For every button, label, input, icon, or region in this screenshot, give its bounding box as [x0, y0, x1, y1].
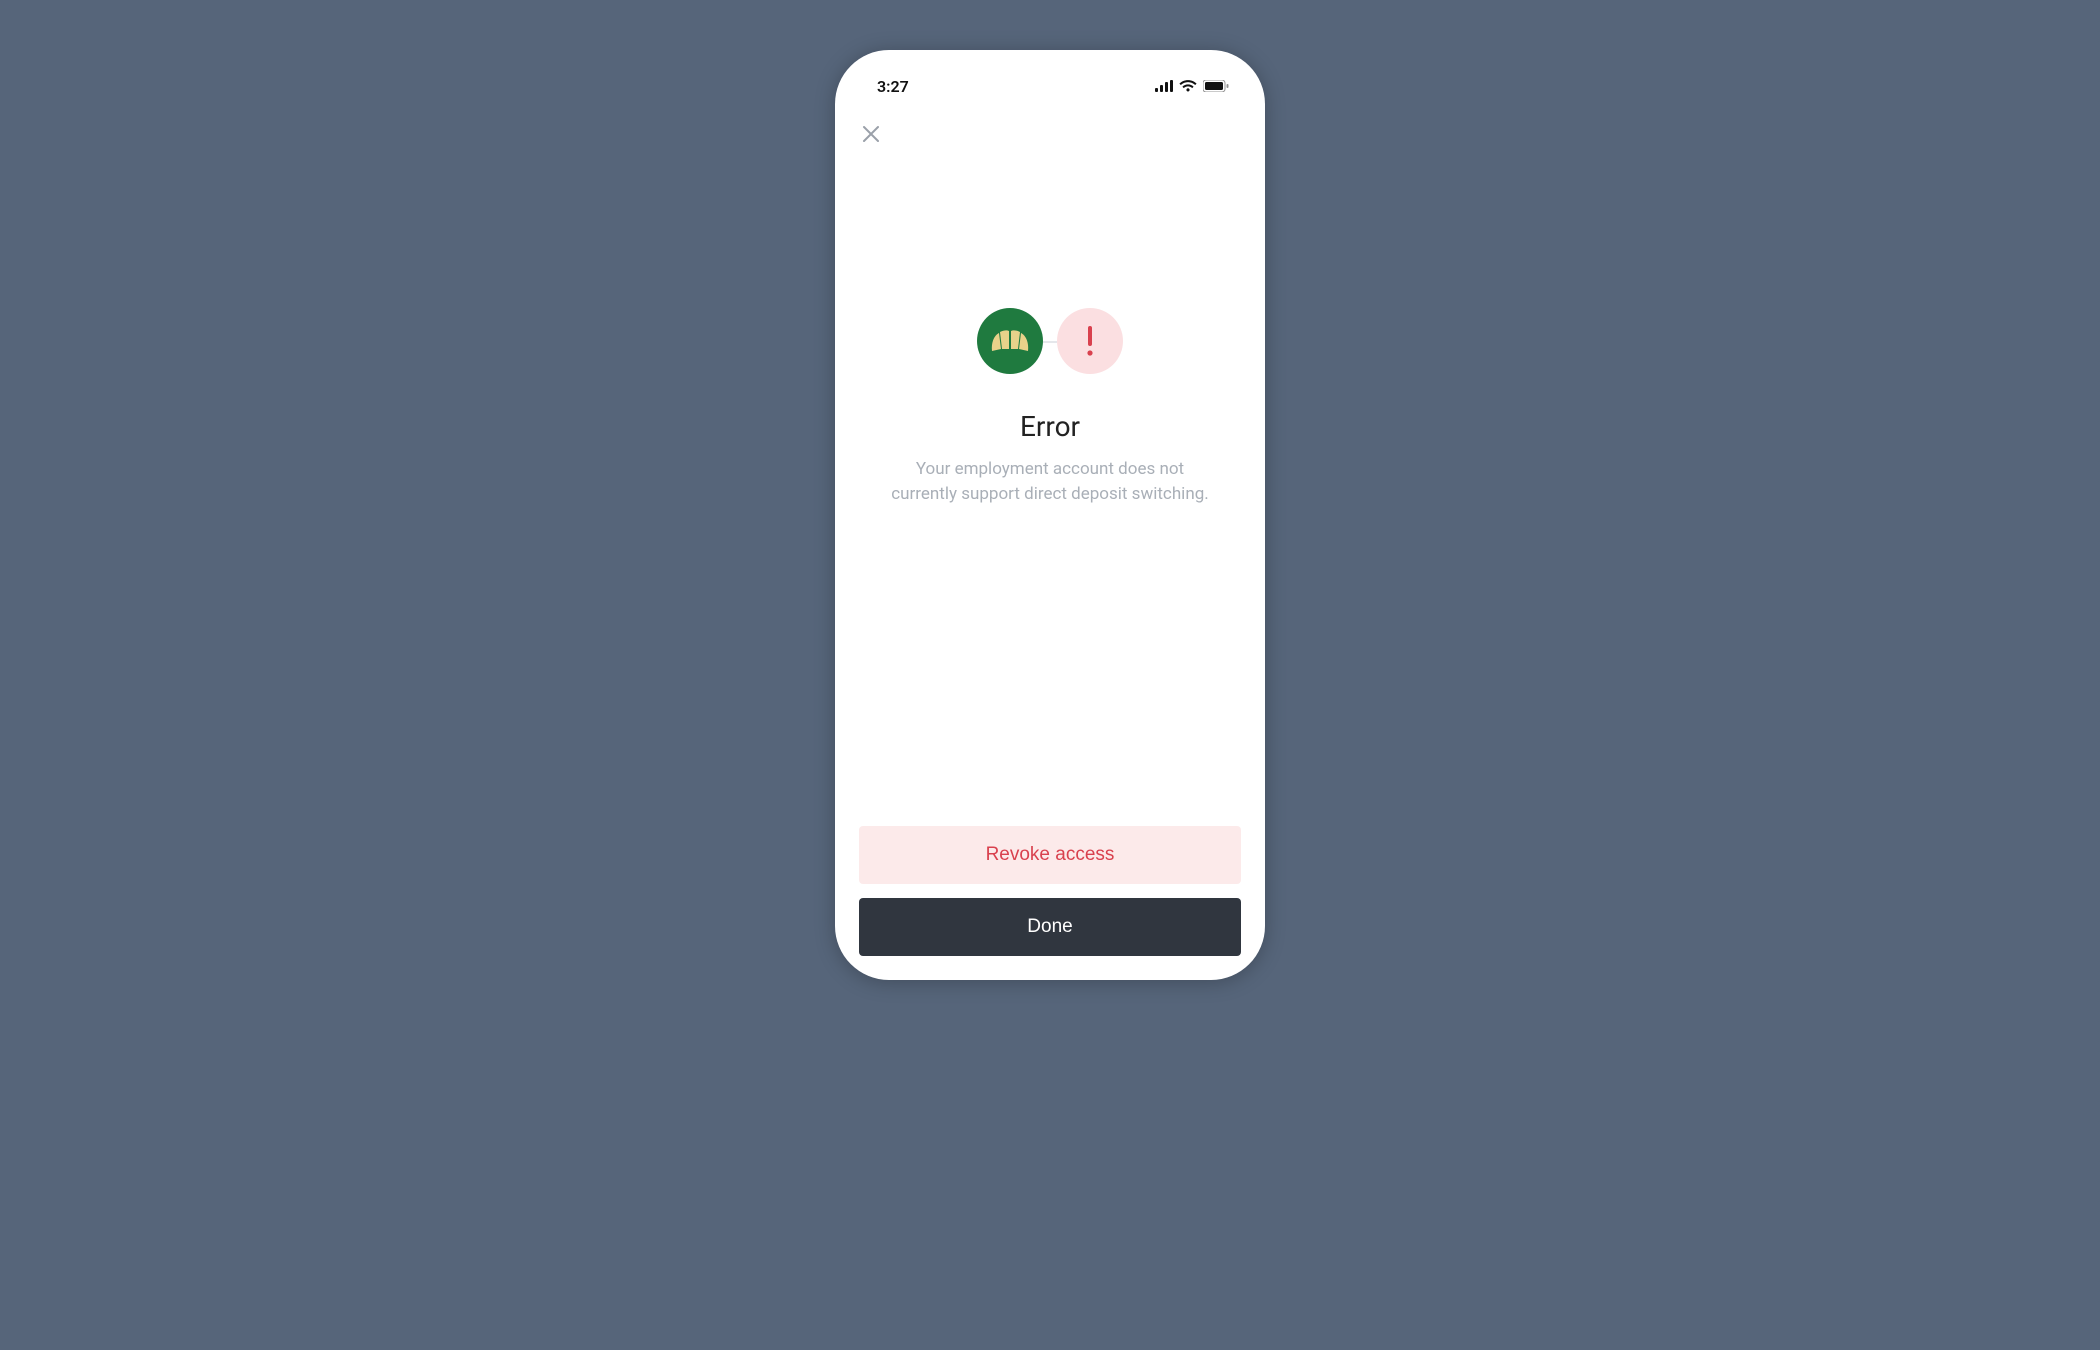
revoke-access-button[interactable]: Revoke access: [859, 826, 1241, 884]
error-heading: Error: [1020, 410, 1080, 443]
phone-frame: 3:27: [835, 50, 1265, 980]
status-time: 3:27: [877, 77, 909, 96]
status-indicators: [1155, 80, 1229, 92]
croissant-icon: [989, 327, 1031, 355]
icon-pair: [977, 308, 1123, 374]
header: [835, 108, 1265, 148]
battery-icon: [1203, 80, 1229, 92]
error-body: Your employment account does not current…: [890, 457, 1210, 506]
close-button[interactable]: [857, 120, 885, 148]
close-icon: [862, 125, 880, 143]
cellular-signal-icon: [1155, 80, 1173, 92]
content: Error Your employment account does not c…: [835, 148, 1265, 826]
done-button[interactable]: Done: [859, 898, 1241, 956]
button-stack: Revoke access Done: [835, 826, 1265, 980]
status-bar: 3:27: [835, 64, 1265, 108]
brand-badge: [977, 308, 1043, 374]
connector-line: [1043, 341, 1057, 343]
exclamation-icon: [1085, 324, 1095, 358]
wifi-icon: [1179, 80, 1197, 92]
error-badge: [1057, 308, 1123, 374]
